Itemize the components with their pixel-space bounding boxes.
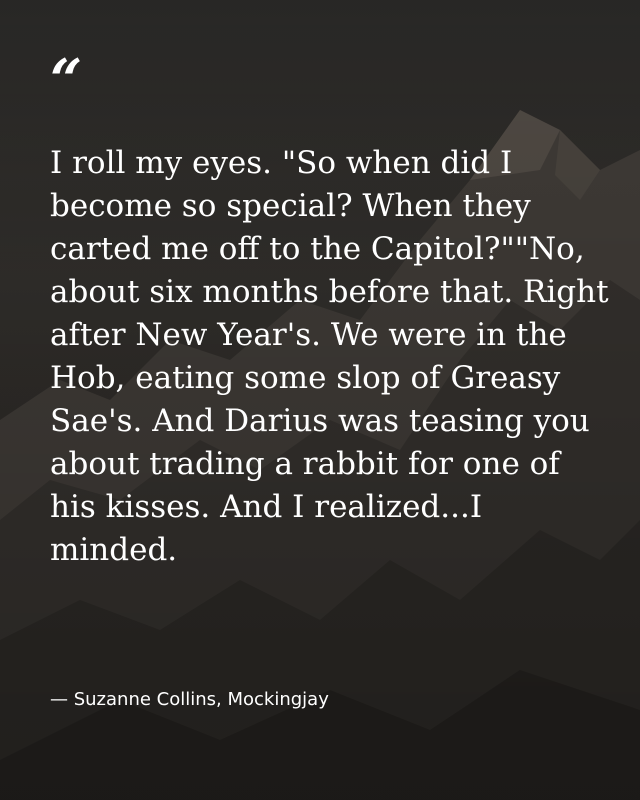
quote-card: “ I roll my eyes. "So when did I become …	[0, 0, 640, 800]
quote-attribution: — Suzanne Collins, Mockingjay	[50, 689, 329, 710]
quote-mark-icon: “	[50, 47, 83, 113]
quote-text: I roll my eyes. "So when did I become so…	[50, 145, 609, 568]
